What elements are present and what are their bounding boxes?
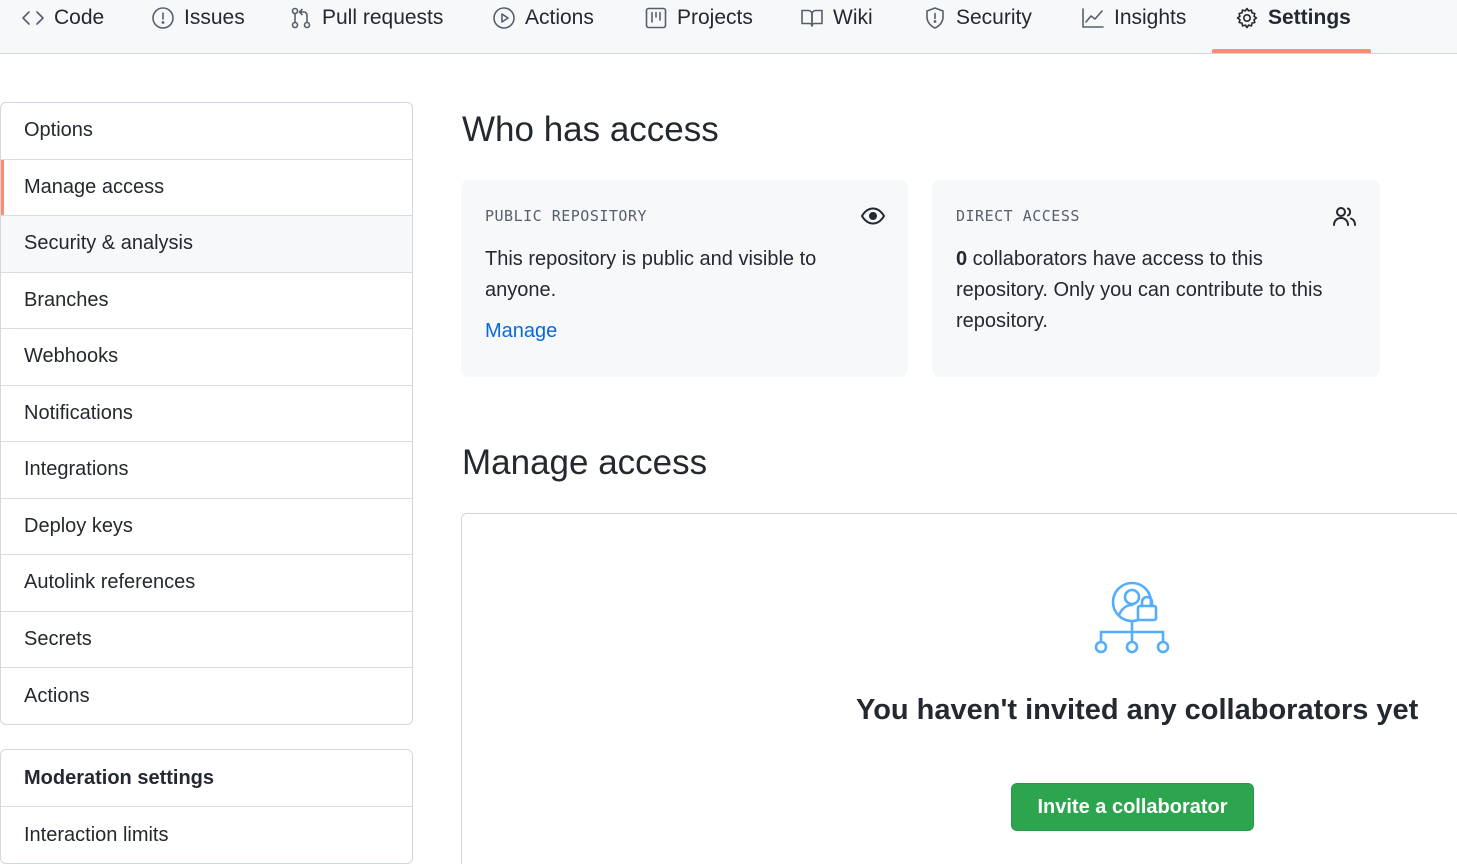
settings-sidebar: Options Manage access Security & analysi… — [0, 102, 413, 725]
invite-collaborator-button[interactable]: Invite a collaborator — [1011, 783, 1254, 831]
public-repository-kicker: PUBLIC REPOSITORY — [485, 207, 648, 225]
tab-settings[interactable]: Settings — [1234, 0, 1351, 54]
sidebar-item-autolink-references[interactable]: Autolink references — [1, 555, 412, 612]
sidebar-item-interaction-limits[interactable]: Interaction limits — [1, 807, 412, 863]
tab-label: Settings — [1268, 6, 1351, 29]
tab-insights[interactable]: Insights — [1080, 0, 1186, 54]
sidebar-item-options[interactable]: Options — [1, 103, 412, 160]
direct-access-text: 0 collaborators have access to this repo… — [956, 244, 1356, 337]
tab-pull-requests[interactable]: Pull requests — [288, 0, 443, 54]
moderation-heading-label: Moderation settings — [24, 766, 215, 789]
graph-icon — [1080, 5, 1106, 31]
sidebar-item-label: Secrets — [24, 627, 92, 650]
sidebar-item-deploy-keys[interactable]: Deploy keys — [1, 499, 412, 555]
tab-security[interactable]: Security — [922, 0, 1032, 54]
gear-icon — [1234, 5, 1260, 31]
tab-label: Insights — [1114, 6, 1187, 29]
repo-nav: Code Issues Pull requests Actions Projec… — [0, 0, 1457, 54]
moderation-sidebar: Moderation settings Interaction limits — [0, 749, 413, 864]
who-has-access-title: Who has access — [462, 110, 719, 149]
selected-tab-underline — [1212, 49, 1371, 53]
sidebar-item-integrations[interactable]: Integrations — [1, 442, 412, 499]
tab-label: Code — [54, 6, 105, 29]
sidebar-item-label: Integrations — [24, 458, 129, 481]
tab-issues[interactable]: Issues — [150, 0, 245, 54]
tab-projects[interactable]: Projects — [643, 0, 753, 54]
eye-icon — [860, 204, 886, 228]
public-repository-card: PUBLIC REPOSITORY This repository is pub… — [461, 180, 908, 377]
tab-label: Security — [956, 6, 1032, 29]
direct-access-description: collaborators have access to this reposi… — [956, 248, 1323, 332]
git-pull-request-icon — [288, 5, 314, 31]
manage-access-title: Manage access — [462, 443, 708, 482]
sidebar-item-label: Interaction limits — [24, 823, 169, 846]
direct-access-card: DIRECT ACCESS 0 collaborators have acces… — [932, 180, 1380, 377]
sidebar-item-label: Deploy keys — [24, 514, 133, 537]
sidebar-item-security-analysis[interactable]: Security & analysis — [1, 216, 412, 273]
sidebar-item-label: Webhooks — [24, 345, 119, 368]
tab-label: Projects — [677, 6, 753, 29]
code-icon — [20, 5, 46, 31]
project-icon — [643, 5, 669, 31]
tab-wiki[interactable]: Wiki — [799, 0, 873, 54]
shield-icon — [922, 5, 948, 31]
sidebar-item-secrets[interactable]: Secrets — [1, 612, 412, 668]
tab-label: Pull requests — [322, 6, 444, 29]
collaborator-count: 0 — [956, 248, 968, 270]
moderation-heading: Moderation settings — [1, 750, 412, 807]
people-icon — [1332, 204, 1358, 228]
public-repository-text: This repository is public and visible to… — [485, 248, 817, 301]
tab-label: Actions — [525, 6, 594, 29]
play-icon — [491, 5, 517, 31]
collaborators-lock-icon — [1092, 580, 1172, 656]
sidebar-item-label: Manage access — [24, 175, 165, 198]
manage-visibility-link[interactable]: Manage — [485, 320, 557, 343]
sidebar-item-label: Actions — [24, 684, 90, 707]
sidebar-item-label: Security & analysis — [24, 232, 193, 255]
no-collaborators-heading: You haven't invited any collaborators ye… — [856, 694, 1419, 726]
sidebar-item-notifications[interactable]: Notifications — [1, 386, 412, 442]
sidebar-item-manage-access[interactable]: Manage access — [1, 159, 412, 216]
sidebar-item-branches[interactable]: Branches — [1, 273, 412, 329]
sidebar-item-label: Notifications — [24, 401, 133, 424]
sidebar-item-actions[interactable]: Actions — [1, 668, 412, 724]
tab-code[interactable]: Code — [20, 0, 104, 54]
issue-opened-icon — [150, 5, 176, 31]
direct-access-kicker: DIRECT ACCESS — [956, 207, 1080, 225]
tab-label: Wiki — [833, 6, 873, 29]
sidebar-item-webhooks[interactable]: Webhooks — [1, 329, 412, 386]
sidebar-item-label: Autolink references — [24, 571, 196, 594]
manage-access-blankslate — [461, 513, 1457, 864]
book-icon — [799, 5, 825, 31]
sidebar-item-label: Branches — [24, 288, 109, 311]
tab-label: Issues — [184, 6, 245, 29]
tab-actions[interactable]: Actions — [491, 0, 594, 54]
sidebar-item-label: Options — [24, 119, 93, 142]
